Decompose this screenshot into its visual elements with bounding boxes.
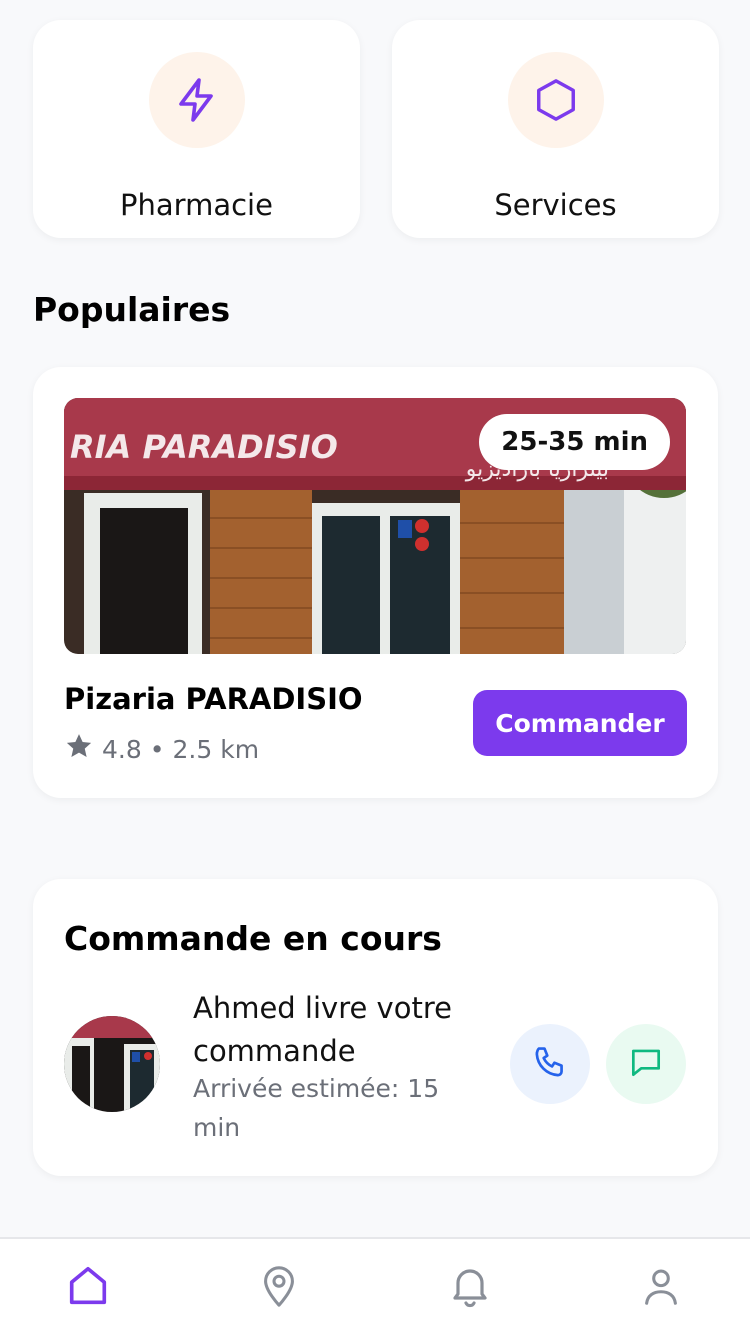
restaurant-card[interactable]: RIA PARADISIO بيتزاريا باراديزيو 25-35 m… — [33, 367, 718, 798]
sign-text: RIA PARADISIO — [70, 428, 338, 466]
hexagon-icon — [507, 52, 604, 148]
message-icon — [627, 1043, 665, 1085]
map-pin-icon — [256, 1263, 302, 1313]
bell-icon — [446, 1262, 494, 1314]
meta-separator: • — [149, 734, 165, 764]
restaurant-meta: 4.8 • 2.5 km — [64, 731, 259, 767]
nav-notifications[interactable] — [445, 1261, 495, 1315]
courier-message: Ahmed livre votre commande — [193, 991, 452, 1068]
category-card-services[interactable]: Services — [392, 20, 719, 238]
phone-icon — [531, 1043, 569, 1085]
current-order-title: Commande en cours — [64, 919, 442, 958]
bottom-nav — [0, 1237, 750, 1333]
call-button[interactable] — [510, 1024, 590, 1104]
estimated-arrival: Arrivée estimée: 15 min — [193, 1074, 440, 1142]
restaurant-name: Pizaria PARADISIO — [64, 682, 363, 716]
user-icon — [638, 1263, 684, 1313]
eta-badge: 25-35 min — [479, 414, 670, 470]
nav-home[interactable] — [63, 1261, 113, 1315]
lightning-icon — [148, 52, 245, 148]
order-button[interactable]: Commander — [473, 690, 687, 756]
avatar — [64, 1016, 160, 1112]
rating-value: 4.8 — [102, 734, 142, 764]
category-card-pharmacie[interactable]: Pharmacie — [33, 20, 360, 238]
nav-map[interactable] — [254, 1261, 304, 1315]
nav-profile[interactable] — [636, 1261, 686, 1315]
home-icon — [65, 1263, 111, 1313]
current-order-card: Commande en cours Ahmed livre votre comm… — [33, 879, 718, 1176]
section-title-populaires: Populaires — [33, 290, 231, 329]
category-label: Services — [494, 188, 617, 222]
star-icon — [64, 731, 94, 767]
category-label: Pharmacie — [120, 188, 273, 222]
distance-value: 2.5 km — [172, 734, 260, 764]
message-button[interactable] — [606, 1024, 686, 1104]
restaurant-image: RIA PARADISIO بيتزاريا باراديزيو 25-35 m… — [64, 398, 686, 654]
